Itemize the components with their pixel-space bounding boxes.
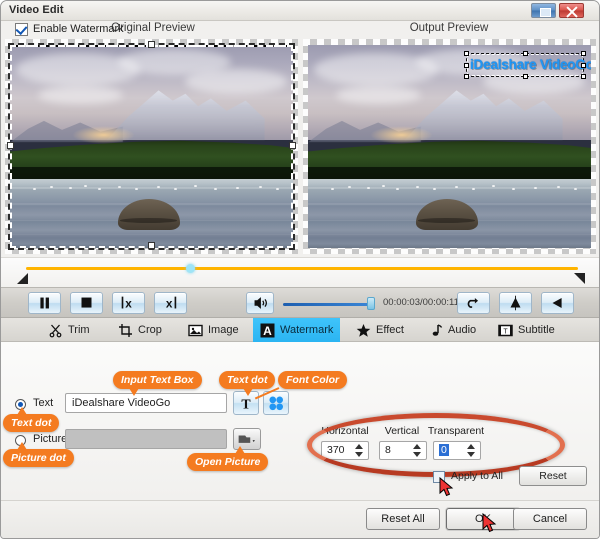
svg-text:x: x: [125, 297, 132, 311]
enable-watermark-checkbox[interactable]: [15, 22, 28, 36]
reset-button[interactable]: Reset: [519, 466, 587, 486]
timeline-bar[interactable]: [1, 257, 599, 287]
tab-crop[interactable]: Crop: [111, 318, 169, 342]
mouse-cursor-apply: [439, 476, 455, 499]
tab-label-effect: Effect: [376, 324, 404, 336]
color-palette-icon[interactable]: [263, 391, 289, 415]
transparent-label: Transparent: [427, 425, 485, 437]
watermark-text-input[interactable]: iDealshare VideoGo: [65, 393, 227, 413]
tab-label-watermark: Watermark: [280, 324, 334, 336]
watermark-overlay-text: iDealshare VideoGo: [470, 57, 591, 72]
undo-icon[interactable]: [457, 292, 490, 314]
tab-label-audio: Audio: [448, 324, 477, 336]
output-preview-panel[interactable]: iDealshare VideoGo: [303, 39, 596, 254]
annotation-open-picture: Open Picture: [187, 446, 269, 471]
svg-text:A: A: [263, 324, 272, 338]
watermark-overlay-box[interactable]: iDealshare VideoGo: [464, 51, 591, 79]
original-preview-panel[interactable]: [5, 39, 298, 254]
timeline-track[interactable]: [26, 267, 578, 270]
volume-slider-track[interactable]: [283, 303, 373, 306]
picture-radio-label: Picture: [33, 433, 68, 445]
tab-effect[interactable]: Effect: [349, 318, 411, 342]
apply-to-all-label: Apply to All: [451, 470, 503, 482]
tab-watermark[interactable]: A Watermark: [253, 318, 341, 342]
playback-control-bar: x x 00:00:03/00:00:11: [1, 287, 599, 318]
transparent-stepper[interactable]: 0: [433, 441, 481, 460]
pause-icon[interactable]: [28, 292, 61, 314]
horizontal-stepper-arrows[interactable]: [352, 443, 366, 458]
trim-end-marker[interactable]: [574, 273, 585, 284]
trim-start-marker[interactable]: [17, 273, 28, 284]
reset-all-button[interactable]: Reset All: [366, 508, 440, 530]
resize-handle-left[interactable]: [7, 142, 14, 149]
crop-icon: [118, 323, 133, 338]
vertical-stepper[interactable]: 8: [379, 441, 427, 460]
title-bar: Video Edit: [1, 1, 599, 21]
tab-image[interactable]: Image: [181, 318, 246, 342]
horizontal-label: Horizontal: [321, 425, 369, 437]
mouse-cursor-ok: [482, 512, 498, 535]
volume-icon[interactable]: [246, 292, 274, 314]
cancel-button[interactable]: Cancel: [513, 508, 587, 530]
close-icon[interactable]: [559, 3, 584, 18]
tab-audio[interactable]: Audio: [421, 318, 483, 342]
svg-text:T: T: [241, 397, 251, 412]
svg-text:T: T: [503, 328, 508, 335]
mark-in-icon[interactable]: x: [112, 292, 145, 314]
tab-label-crop: Crop: [138, 324, 162, 336]
watermark-picture-input[interactable]: [65, 429, 227, 449]
text-radio-label: Text: [33, 397, 54, 409]
vertical-stepper-arrows[interactable]: [410, 443, 424, 458]
video-edit-dialog: Video Edit Original Preview Output Previ…: [0, 0, 600, 539]
scissors-icon: [48, 323, 63, 338]
resize-handle-top[interactable]: [148, 41, 155, 48]
tab-label-subtitle: Subtitle: [518, 324, 555, 336]
annotation-input-text-box: Input Text Box: [113, 371, 202, 396]
image-icon: [188, 323, 203, 338]
star-icon: [356, 323, 371, 338]
time-display: 00:00:03/00:00:11: [383, 297, 459, 308]
timeline-playhead[interactable]: [186, 264, 195, 273]
original-video-frame: [10, 45, 293, 248]
video-scene: [10, 45, 293, 248]
letter-a-icon: A: [260, 323, 275, 338]
transparent-value: 0: [439, 444, 449, 456]
annotation-font-color: Font Color: [278, 371, 348, 389]
subtitle-icon: T: [498, 323, 513, 338]
dialog-footer: Reset All OK Cancel: [1, 500, 599, 538]
annotation-picture-dot: Picture dot: [3, 442, 74, 467]
editor-tab-bar: Trim Crop Image A Watermark Effect Audio…: [1, 318, 599, 342]
mark-out-icon[interactable]: x: [154, 292, 187, 314]
enable-watermark-label: Enable Watermark: [33, 23, 124, 35]
window-title: Video Edit: [9, 4, 64, 16]
vertical-label: Vertical: [384, 425, 420, 437]
annotation-text-dot: Text dot: [3, 407, 60, 432]
restore-icon[interactable]: [531, 3, 556, 18]
tab-trim[interactable]: Trim: [41, 318, 97, 342]
svg-text:x: x: [166, 297, 173, 311]
flip-horizontal-icon[interactable]: [541, 292, 574, 314]
note-icon: [428, 323, 443, 338]
annotation-text-dot-top: Text dot: [219, 371, 276, 396]
tab-label-trim: Trim: [68, 324, 90, 336]
output-video-frame: iDealshare VideoGo: [308, 45, 591, 248]
tab-subtitle[interactable]: T Subtitle: [491, 318, 562, 342]
horizontal-value: 370: [327, 444, 345, 456]
horizontal-stepper[interactable]: 370: [321, 441, 369, 460]
flip-vertical-icon[interactable]: [499, 292, 532, 314]
watermark-settings-panel: [1, 342, 599, 500]
resize-handle-right[interactable]: [289, 142, 296, 149]
stop-icon[interactable]: [70, 292, 103, 314]
output-preview-label: Output Preview: [409, 22, 489, 34]
resize-handle-bottom[interactable]: [148, 242, 155, 249]
transparent-stepper-arrows[interactable]: [464, 443, 478, 458]
volume-slider-knob[interactable]: [367, 297, 375, 310]
vertical-value: 8: [385, 444, 391, 456]
tab-label-image: Image: [208, 324, 239, 336]
